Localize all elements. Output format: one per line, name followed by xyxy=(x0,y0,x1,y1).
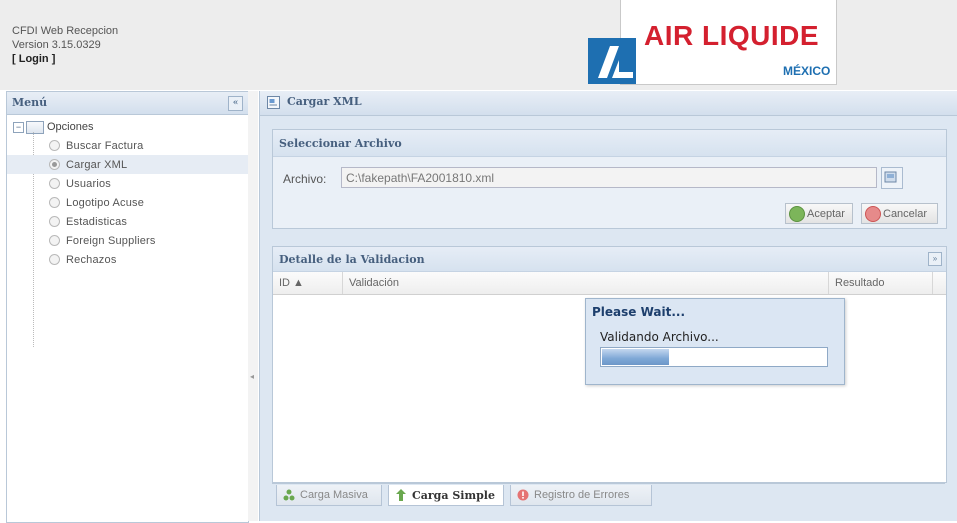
menu-item-logotipo-acuse[interactable]: Logotipo Acuse xyxy=(7,193,248,212)
tab-carga-masiva[interactable]: Carga Masiva xyxy=(276,485,382,506)
cancel-button-label: Cancelar xyxy=(883,207,928,220)
tree-root-opciones[interactable]: − Opciones xyxy=(13,119,93,135)
wait-dialog-title: Please Wait... xyxy=(592,305,686,319)
air-liquide-logo-icon xyxy=(588,38,636,84)
validation-detail-title: Detalle de la Validacion xyxy=(279,253,425,266)
menu-item-label: Logotipo Acuse xyxy=(66,196,145,209)
xml-upload-icon xyxy=(267,96,280,109)
menu-item-cargar-xml[interactable]: Cargar XML xyxy=(7,155,248,174)
menu-title: Menú xyxy=(12,96,48,109)
wait-dialog-message: Validando Archivo... xyxy=(600,330,719,344)
menu-item-rechazos[interactable]: Rechazos xyxy=(7,250,248,269)
tab-label: Registro de Errores xyxy=(534,489,630,501)
app-header: CFDI Web Recepcion Version 3.15.0329 [ L… xyxy=(0,0,957,90)
upload-arrow-icon xyxy=(396,489,406,501)
radio-icon xyxy=(49,254,60,265)
file-label: Archivo: xyxy=(283,172,327,186)
radio-icon xyxy=(49,197,60,208)
validation-detail-header: Detalle de la Validacion » xyxy=(273,247,946,272)
menu-item-label: Rechazos xyxy=(66,253,117,266)
app-version: Version 3.15.0329 xyxy=(12,39,101,51)
browse-file-button[interactable] xyxy=(881,167,903,189)
radio-icon xyxy=(49,235,60,246)
please-wait-dialog: Please Wait... Validando Archivo... xyxy=(585,298,845,385)
browse-icon xyxy=(884,171,897,183)
logo-text: AIR LIQUIDE xyxy=(644,20,820,51)
app-name: CFDI Web Recepcion xyxy=(12,25,119,37)
logo-subtitle: MÉXICO xyxy=(783,64,831,78)
collapse-panel-icon[interactable]: » xyxy=(928,252,942,266)
panel-splitter[interactable] xyxy=(248,91,258,521)
menu-item-label: Foreign Suppliers xyxy=(66,234,156,247)
menu-panel: Menú « − Opciones Buscar Factura Cargar … xyxy=(6,91,249,523)
menu-item-usuarios[interactable]: Usuarios xyxy=(7,174,248,193)
bulk-upload-icon xyxy=(283,489,295,501)
menu-item-buscar-factura[interactable]: Buscar Factura xyxy=(7,136,248,155)
radio-icon xyxy=(49,216,60,227)
main-header: Cargar XML xyxy=(260,91,957,116)
column-header-validacion[interactable]: Validación xyxy=(343,272,829,294)
page-title: Cargar XML xyxy=(287,95,362,108)
cancel-button[interactable]: Cancelar xyxy=(861,203,938,224)
error-icon xyxy=(517,489,529,501)
progress-bar xyxy=(600,347,828,367)
grid-header: ID ▲ Validación Resultado xyxy=(273,272,946,295)
radio-icon xyxy=(49,140,60,151)
tab-registro-errores[interactable]: Registro de Errores xyxy=(510,485,652,506)
bottom-tab-bar: Carga Masiva Carga Simple Registro de Er… xyxy=(272,483,945,509)
tab-carga-simple[interactable]: Carga Simple xyxy=(388,485,504,506)
accept-button-label: Aceptar xyxy=(807,207,845,220)
menu-header: Menú « xyxy=(7,92,248,115)
splitter-arrow-icon[interactable]: ◂ xyxy=(250,372,254,381)
check-icon xyxy=(789,205,805,222)
menu-item-foreign-suppliers[interactable]: Foreign Suppliers xyxy=(7,231,248,250)
menu-item-label: Buscar Factura xyxy=(66,139,144,152)
select-file-title: Seleccionar Archivo xyxy=(279,137,402,150)
collapse-menu-icon[interactable]: « xyxy=(228,96,243,111)
tree-root-label: Opciones xyxy=(47,121,94,133)
accept-button[interactable]: Aceptar xyxy=(785,203,853,224)
tab-label: Carga Simple xyxy=(412,488,495,502)
tree-collapse-icon[interactable]: − xyxy=(13,121,24,133)
cancel-icon xyxy=(865,205,881,222)
login-link[interactable]: [ Login ] xyxy=(12,52,118,66)
progress-fill xyxy=(602,349,669,365)
radio-icon xyxy=(49,159,60,170)
select-file-panel: Seleccionar Archivo Archivo: Aceptar Can… xyxy=(272,129,947,229)
tab-label: Carga Masiva xyxy=(300,489,368,501)
folder-icon xyxy=(26,120,44,134)
file-path-input[interactable] xyxy=(341,167,877,188)
radio-icon xyxy=(49,178,60,189)
column-header-id[interactable]: ID ▲ xyxy=(273,272,343,294)
menu-item-label: Cargar XML xyxy=(66,158,128,171)
select-file-header: Seleccionar Archivo xyxy=(273,130,946,157)
menu-item-label: Usuarios xyxy=(66,177,112,190)
column-header-resultado[interactable]: Resultado xyxy=(829,272,933,294)
menu-item-estadisticas[interactable]: Estadisticas xyxy=(7,212,248,231)
menu-item-label: Estadisticas xyxy=(66,215,128,228)
app-info: CFDI Web Recepcion Version 3.15.0329 [ L… xyxy=(12,24,118,66)
